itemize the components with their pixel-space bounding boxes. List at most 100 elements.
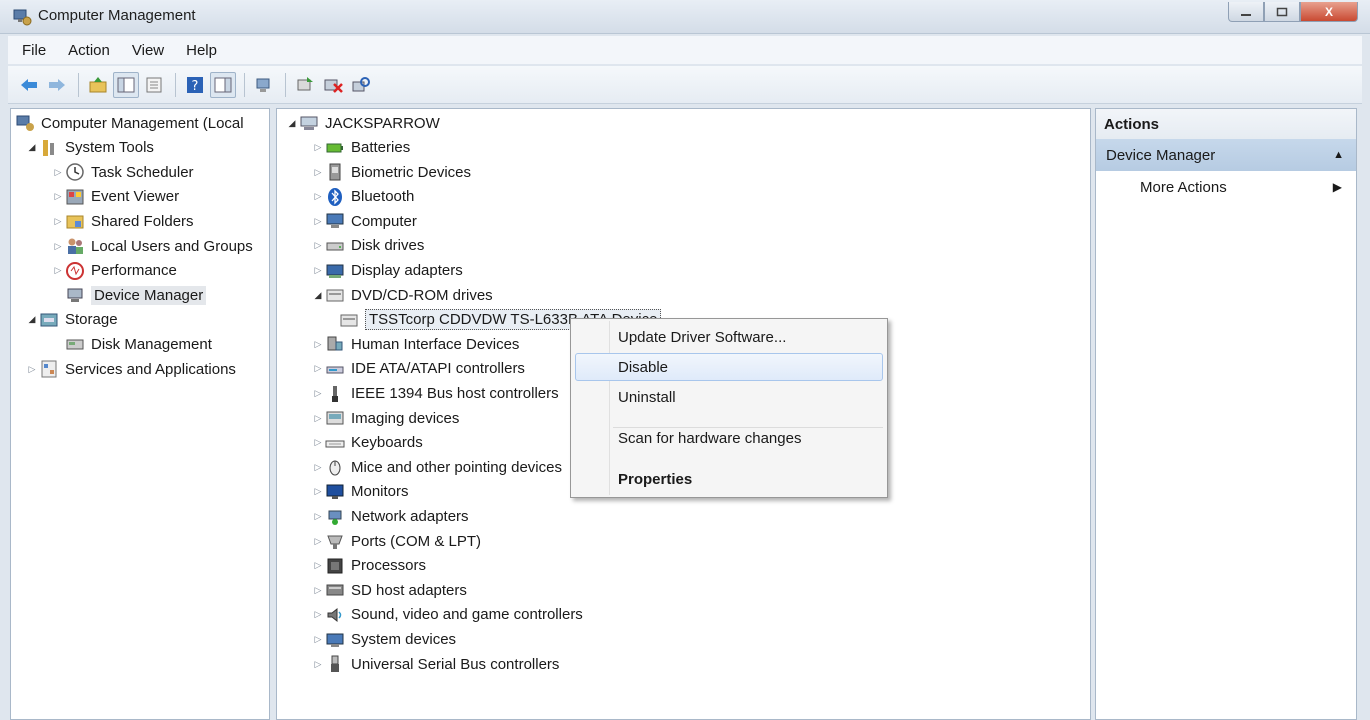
device-category[interactable]: ▷ Sound, video and game controllers [311,603,583,627]
expand-arrow-icon[interactable]: ▷ [311,536,325,547]
menu-properties[interactable]: Properties [575,465,883,493]
console-tree-item[interactable]: Disk Management [51,332,212,356]
device-label: Imaging devices [351,409,460,427]
expand-arrow-icon[interactable]: ▷ [311,486,325,497]
help-toolbar-button[interactable]: ? [182,72,208,98]
device-label: Display adapters [351,262,463,279]
console-tree-item[interactable]: ◢ Storage [25,308,118,332]
console-tree-item[interactable]: ▷ Shared Folders [51,209,194,233]
up-folder-button[interactable] [85,72,111,98]
device-category[interactable]: ▷ Network adapters [311,505,469,529]
expand-arrow-icon[interactable]: ▷ [311,216,325,227]
device-label: Processors [351,557,427,575]
expand-arrow-icon[interactable]: ▷ [311,437,325,448]
expand-arrow-icon[interactable]: ▷ [51,191,65,202]
device-category[interactable]: ▷ Display adapters [311,259,463,283]
device-category[interactable]: ▷ Keyboards [311,431,423,455]
console-tree-item[interactable]: ◢ System Tools [25,136,154,160]
device-category[interactable]: ▷ Computer [311,209,417,233]
menu-help[interactable]: Help [186,42,217,59]
expand-arrow-icon[interactable]: ▷ [311,167,325,178]
collapse-arrow-icon[interactable]: ◢ [285,118,299,129]
menu-update-driver-software[interactable]: Update Driver Software... [575,323,883,351]
device-category[interactable]: ▷ Monitors [311,480,409,504]
device-label: Computer [351,212,417,230]
actions-section-device-manager[interactable]: Device Manager ▲ [1096,139,1356,171]
expand-arrow-icon[interactable]: ▷ [51,265,65,276]
console-tree-item[interactable]: ▷ Event Viewer [51,185,180,209]
expand-arrow-icon[interactable]: ▷ [311,339,325,350]
more-actions-link[interactable]: More Actions [1140,179,1227,196]
device-category[interactable]: ▷ Imaging devices [311,406,460,430]
expand-arrow-icon[interactable]: ▷ [311,585,325,596]
console-tree-item[interactable]: ▷ Services and Applications [25,357,236,381]
uninstall-toolbar-button[interactable] [320,72,346,98]
collapse-triangle-icon[interactable]: ▲ [1333,149,1344,161]
expand-arrow-icon[interactable]: ▷ [51,216,65,227]
device-category[interactable]: ▷ Human Interface Devices [311,332,520,356]
device-tree-root[interactable]: ◢ JACKSPARROW [285,111,440,135]
expand-arrow-icon[interactable]: ▷ [311,462,325,473]
menu-action[interactable]: Action [68,42,110,59]
device-category[interactable]: ▷ Biometric Devices [311,160,471,184]
collapse-arrow-icon[interactable]: ◢ [25,142,39,153]
device-category[interactable]: ▷ Disk drives [311,234,425,258]
device-view-button[interactable] [251,72,277,98]
properties-toolbar-button[interactable] [141,72,167,98]
device-category[interactable]: ▷ Universal Serial Bus controllers [311,652,559,676]
collapse-arrow-icon[interactable]: ◢ [311,290,325,301]
device-category[interactable]: ▷ System devices [311,628,457,652]
console-tree-pane[interactable]: Computer Management (Local ◢ System Tools ▷… [10,108,270,720]
console-tree-item[interactable]: ▷ Task Scheduler [51,160,194,184]
computer-icon [326,213,344,229]
expand-arrow-icon[interactable]: ▷ [25,364,39,375]
scan-hardware-button[interactable] [348,72,374,98]
expand-arrow-icon[interactable]: ▷ [311,265,325,276]
actions-pane: Actions Device Manager ▲ More Actions ▶ [1095,108,1357,720]
back-button[interactable] [16,72,42,98]
shared-folder-icon [66,215,84,229]
device-label: Ports (COM & LPT) [351,532,482,550]
expand-arrow-icon[interactable]: ▷ [51,241,65,252]
expand-arrow-icon[interactable]: ▷ [311,560,325,571]
menu-file[interactable]: File [22,42,46,59]
update-driver-toolbar-button[interactable] [292,72,318,98]
expand-arrow-icon[interactable]: ▷ [311,363,325,374]
device-category[interactable]: ▷ Bluetooth [311,185,414,209]
device-category[interactable]: ▷ SD host adapters [311,578,467,602]
console-tree-item[interactable]: ▷ Performance [51,259,177,283]
device-category[interactable]: ▷ IDE ATA/ATAPI controllers [311,357,525,381]
expand-arrow-icon[interactable]: ▷ [311,240,325,251]
console-tree-item[interactable]: Device Manager [51,283,207,307]
expand-arrow-icon[interactable]: ▷ [311,634,325,645]
maximize-button[interactable] [1264,2,1300,22]
collapse-arrow-icon[interactable]: ◢ [25,314,39,325]
expand-arrow-icon[interactable]: ▷ [311,388,325,399]
computer-management-icon [16,115,34,131]
expand-arrow-icon[interactable]: ▷ [311,511,325,522]
device-category[interactable]: ▷ IEEE 1394 Bus host controllers [311,382,559,406]
menu-uninstall[interactable]: Uninstall [575,383,883,411]
menu-disable[interactable]: Disable [575,353,883,381]
scan-hardware-icon [352,76,370,91]
device-category[interactable]: ▷ Batteries [311,136,411,160]
menu-scan-hardware-changes[interactable]: Scan for hardware changes [575,424,883,452]
expand-arrow-icon[interactable]: ▷ [311,142,325,153]
forward-button[interactable] [44,72,70,98]
action-pane-button[interactable] [210,71,236,98]
console-tree-item[interactable]: ▷ Local Users and Groups [51,234,253,258]
device-category[interactable]: ▷ Processors [311,554,427,578]
expand-arrow-icon[interactable]: ▷ [51,167,65,178]
show-hide-tree-button[interactable] [113,71,139,98]
console-tree-item[interactable]: Computer Management (Local [15,111,244,135]
expand-arrow-icon[interactable]: ▷ [311,659,325,670]
expand-arrow-icon[interactable]: ▷ [311,609,325,620]
expand-arrow-icon[interactable]: ▷ [311,191,325,202]
device-category[interactable]: ◢ DVD/CD-ROM drives [311,283,493,307]
device-category[interactable]: ▷ Ports (COM & LPT) [311,529,481,553]
close-button[interactable]: X [1300,2,1358,22]
expand-arrow-icon[interactable]: ▷ [311,413,325,424]
menu-view[interactable]: View [132,42,164,59]
device-category[interactable]: ▷ Mice and other pointing devices [311,455,562,479]
minimize-button[interactable] [1228,2,1264,22]
